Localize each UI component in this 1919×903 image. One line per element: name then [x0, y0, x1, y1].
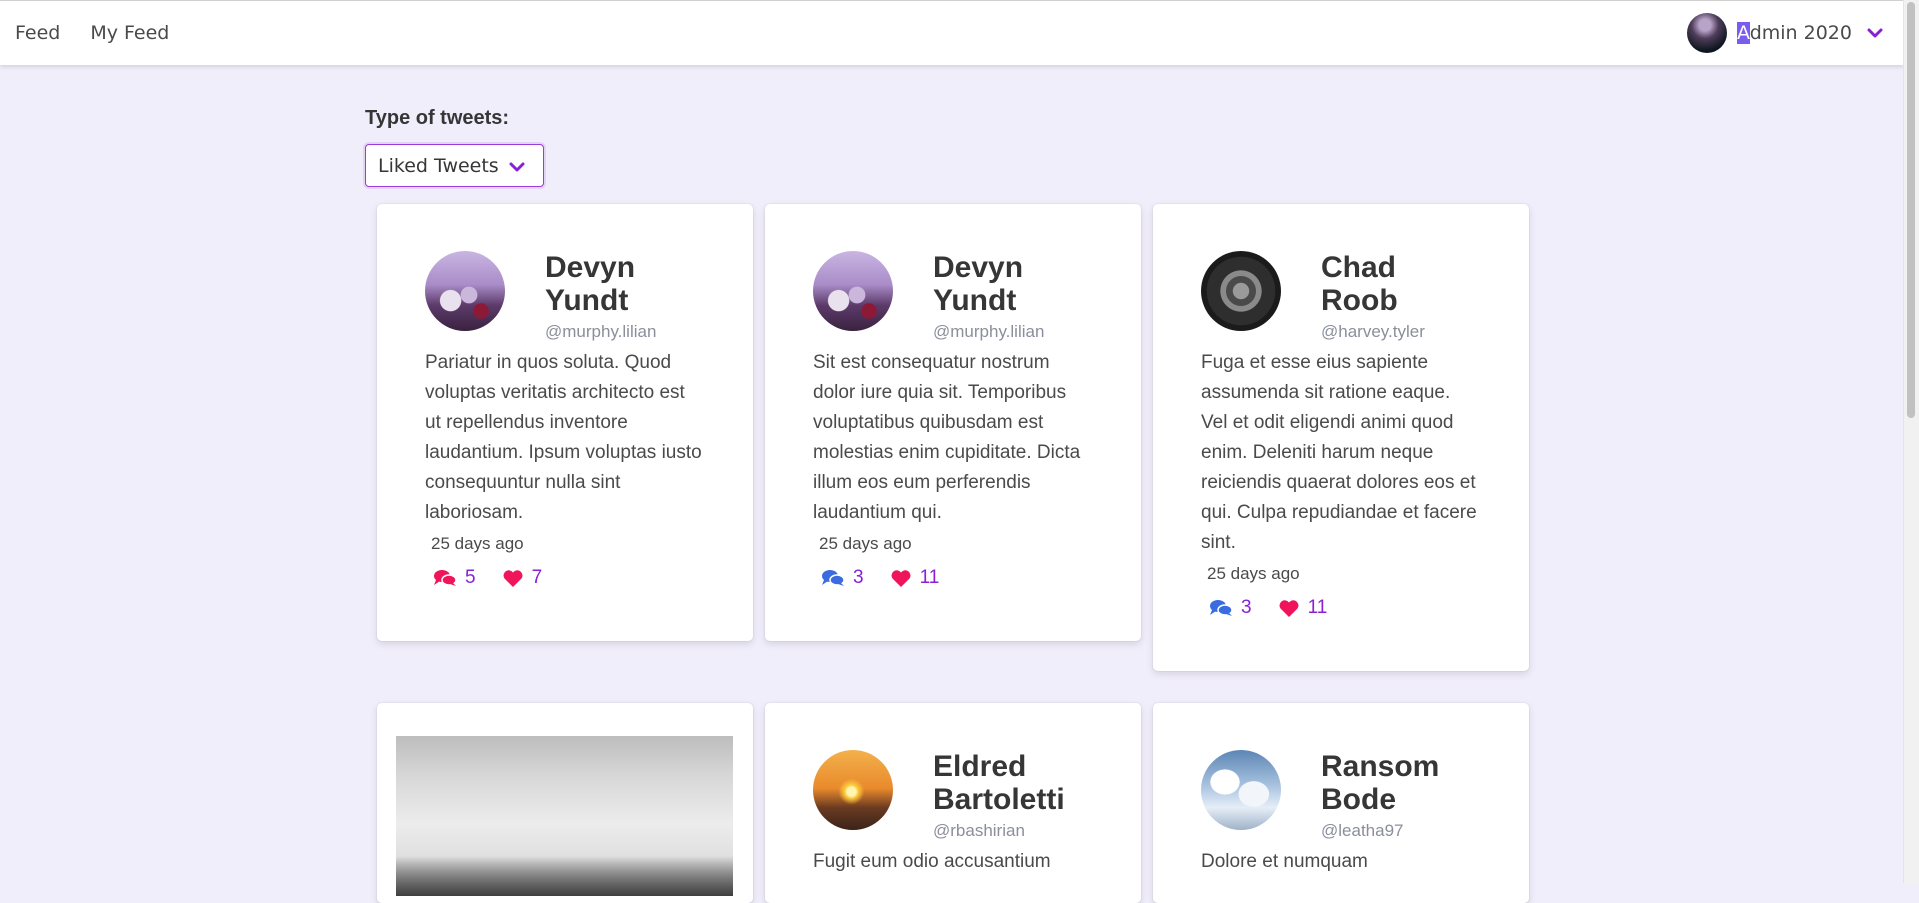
comments-icon [1210, 600, 1233, 616]
user-avatar[interactable] [1687, 13, 1728, 53]
tweet-timestamp: 25 days ago [1207, 564, 1300, 583]
tweet-text: Pariatur in quos soluta. Quod voluptas v… [425, 352, 702, 523]
tweet-timestamp: 25 days ago [431, 534, 524, 553]
comment-button[interactable]: 3 [1209, 597, 1252, 619]
tweet-text: Fugit eum odio accusantium [813, 851, 1051, 872]
chevron-down-icon[interactable] [1866, 26, 1884, 40]
like-button[interactable]: 11 [1278, 597, 1328, 619]
author-name[interactable]: Eldred Bartoletti [933, 750, 1073, 816]
comment-button[interactable]: 3 [821, 567, 864, 589]
tweet-card[interactable]: Chad Roob @harvey.tyler Fuga et esse eiu… [1153, 204, 1529, 671]
like-count: 11 [1307, 597, 1328, 618]
author-name[interactable]: Ransom Bode [1321, 750, 1461, 816]
like-count: 11 [919, 567, 940, 588]
author-avatar[interactable] [813, 750, 893, 830]
user-name-text: dmin 2020 [1749, 22, 1852, 44]
nav-feed-link[interactable]: Feed [0, 22, 75, 44]
tweet-type-label: Type of tweets: [365, 107, 510, 129]
tweet-card[interactable]: Devyn Yundt @murphy.lilian Sit est conse… [765, 204, 1141, 641]
comments-icon [822, 570, 845, 586]
nav-my-feed-link[interactable]: My Feed [75, 22, 184, 44]
tweet-stats: 5 7 [425, 567, 705, 589]
tweet-text: Dolore et numquam [1201, 851, 1368, 872]
heart-icon [891, 569, 911, 587]
comment-count: 3 [1241, 597, 1252, 618]
comment-button[interactable]: 5 [433, 567, 476, 589]
like-button[interactable]: 7 [502, 567, 543, 589]
tweet-type-select[interactable]: Liked Tweets [365, 144, 544, 187]
author-name[interactable]: Devyn Yundt [545, 251, 685, 317]
like-count: 7 [531, 567, 543, 588]
foggy-forest-image[interactable] [396, 736, 733, 896]
user-menu[interactable]: Admin 2020 [1687, 13, 1904, 53]
tweet-timestamp: 25 days ago [819, 534, 912, 553]
like-button[interactable]: 11 [890, 567, 940, 589]
page-scrollbar[interactable] [1903, 0, 1919, 883]
author-avatar[interactable] [1201, 750, 1281, 830]
tweet-card[interactable]: Devyn Yundt @murphy.lilian Pariatur in q… [377, 204, 753, 641]
tree-line [396, 856, 733, 896]
heart-icon [503, 569, 523, 587]
author-handle[interactable]: @murphy.lilian [545, 322, 685, 342]
tweet-type-selected-value: Liked Tweets [378, 154, 499, 177]
comment-count: 3 [853, 567, 864, 588]
author-name[interactable]: Chad Roob [1321, 251, 1461, 317]
author-handle[interactable]: @murphy.lilian [933, 322, 1073, 342]
author-avatar[interactable] [1201, 251, 1281, 331]
author-handle[interactable]: @rbashirian [933, 821, 1073, 841]
tweet-stats: 3 11 [1201, 597, 1481, 619]
tweet-text: Sit est consequatur nostrum dolor iure q… [813, 352, 1081, 523]
comment-count: 5 [465, 567, 476, 588]
tweet-card[interactable]: Ransom Bode @leatha97 Dolore et numquam [1153, 703, 1529, 903]
scrollbar-thumb[interactable] [1907, 2, 1915, 418]
tweet-stats: 3 11 [813, 567, 1093, 589]
chevron-down-icon [509, 160, 525, 172]
tweet-card[interactable] [377, 703, 753, 903]
text-selection-highlight: A [1737, 22, 1750, 44]
comments-icon [434, 570, 457, 586]
tweet-text: Fuga et esse eius sapiente assumenda sit… [1201, 352, 1477, 553]
author-handle[interactable]: @harvey.tyler [1321, 322, 1461, 342]
author-handle[interactable]: @leatha97 [1321, 821, 1461, 841]
author-avatar[interactable] [425, 251, 505, 331]
heart-icon [1279, 599, 1299, 617]
user-name[interactable]: Admin 2020 [1737, 22, 1852, 44]
top-navbar: Feed My Feed Admin 2020 [0, 0, 1904, 65]
tweet-card[interactable]: Eldred Bartoletti @rbashirian Fugit eum … [765, 703, 1141, 903]
author-avatar[interactable] [813, 251, 893, 331]
author-name[interactable]: Devyn Yundt [933, 251, 1073, 317]
